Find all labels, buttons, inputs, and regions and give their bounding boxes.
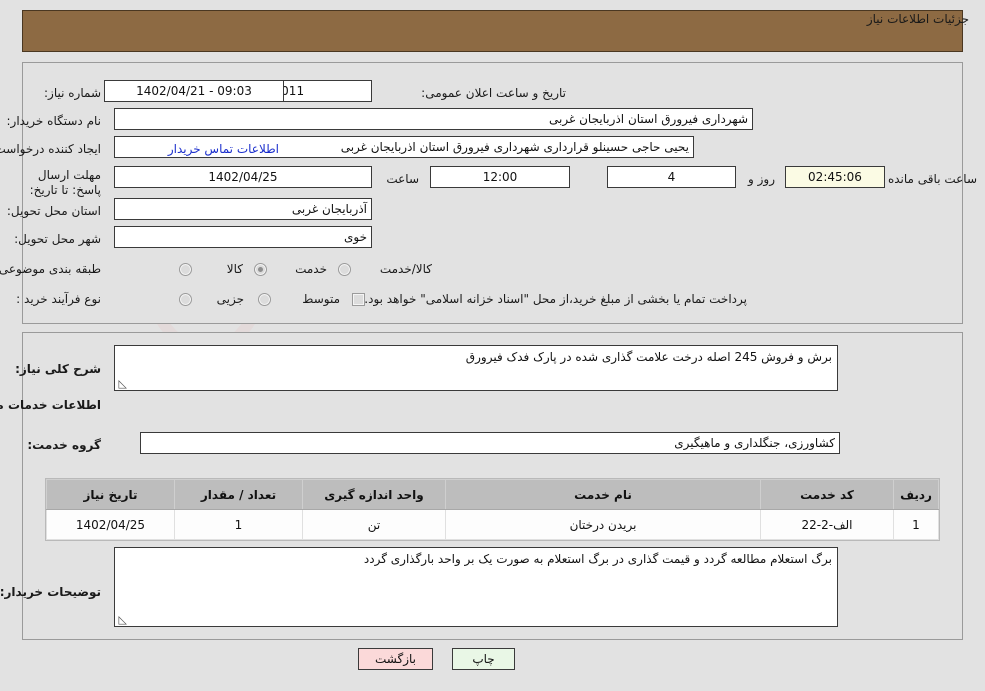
radio-category-khedmat-label: خدمت xyxy=(295,262,327,276)
deadline-label: مهلت ارسال پاسخ: تا تاریخ: xyxy=(29,168,101,197)
province-label: استان محل تحویل: xyxy=(6,204,101,218)
buyer-contact-link[interactable]: اطلاعات تماس خریدار xyxy=(168,142,279,156)
resize-grip-icon-notes[interactable]: ◺ xyxy=(117,614,127,625)
buyer-notes-label: توضیحات خریدار: xyxy=(0,585,101,599)
table-row: 1 الف-2-22 بریدن درختان تن 1 1402/04/25 xyxy=(46,509,939,540)
col-need-date: تاریخ نیاز xyxy=(46,479,175,510)
city-value: خوی xyxy=(114,226,372,248)
province-value: آذربایجان غربی xyxy=(114,198,372,220)
radio-category-kala-khedmat[interactable] xyxy=(338,263,351,276)
radio-category-kala-khedmat-label: کالا/خدمت xyxy=(379,262,432,276)
time-left-suffix: ساعت باقی مانده xyxy=(887,172,977,186)
deadline-time-value: 12:00 xyxy=(430,166,570,188)
cell-service-code: الف-2-22 xyxy=(760,509,894,540)
print-button[interactable]: چاپ xyxy=(452,648,515,670)
radio-purchase-partial[interactable] xyxy=(179,293,192,306)
radio-category-kala-label: کالا xyxy=(226,262,243,276)
general-desc-value: برش و فروش 245 اصله درخت علامت گذاری شده… xyxy=(465,350,832,364)
general-desc-textarea[interactable]: برش و فروش 245 اصله درخت علامت گذاری شده… xyxy=(114,345,838,391)
col-unit: واحد اندازه گیری xyxy=(302,479,446,510)
announce-datetime-label: تاریخ و ساعت اعلان عمومی: xyxy=(421,86,566,100)
days-left-value: 4 xyxy=(607,166,736,188)
radio-purchase-medium[interactable] xyxy=(258,293,271,306)
radio-purchase-medium-label: متوسط xyxy=(302,292,340,306)
col-service-name: نام خدمت xyxy=(445,479,761,510)
page-title: جزئیات اطلاعات نیاز xyxy=(866,12,969,26)
services-table-wrapper: ردیف کد خدمت نام خدمت واحد اندازه گیری ت… xyxy=(45,478,940,541)
purchase-type-label: نوع فرآیند خرید : xyxy=(16,292,101,306)
buyer-org-value: شهرداری فیرورق استان اذربایجان غربی xyxy=(114,108,753,130)
services-table: ردیف کد خدمت نام خدمت واحد اندازه گیری ت… xyxy=(46,479,939,540)
col-row-no: ردیف xyxy=(893,479,939,510)
announce-datetime-value: 1402/04/21 - 09:03 xyxy=(104,80,284,102)
col-service-code: کد خدمت xyxy=(760,479,894,510)
category-label: طبقه بندی موضوعی: xyxy=(0,262,101,276)
radio-category-kala[interactable] xyxy=(179,263,192,276)
page-header-bar xyxy=(22,10,963,52)
city-label: شهر محل تحویل: xyxy=(14,232,101,246)
need-number-label: شماره نیاز: xyxy=(44,86,101,100)
cell-quantity: 1 xyxy=(174,509,303,540)
time-left-countdown: 02:45:06 xyxy=(785,166,885,188)
buyer-notes-textarea[interactable]: برگ استعلام مطالعه گردد و قیمت گذاری در … xyxy=(114,547,838,627)
buyer-notes-value: برگ استعلام مطالعه گردد و قیمت گذاری در … xyxy=(363,552,832,566)
general-desc-label: شرح کلی نیاز: xyxy=(15,362,101,376)
service-group-value: کشاورزی، جنگلداری و ماهیگیری xyxy=(140,432,840,454)
table-header-row: ردیف کد خدمت نام خدمت واحد اندازه گیری ت… xyxy=(46,479,939,510)
cell-need-date: 1402/04/25 xyxy=(46,509,175,540)
resize-grip-icon[interactable]: ◺ xyxy=(117,378,127,389)
cell-service-name: بریدن درختان xyxy=(445,509,761,540)
checkbox-islamic-treasury[interactable] xyxy=(352,293,365,306)
radio-category-khedmat[interactable] xyxy=(254,263,267,276)
days-left-word: روز و xyxy=(748,172,775,186)
col-quantity: تعداد / مقدار xyxy=(174,479,303,510)
radio-purchase-partial-label: جزیی xyxy=(216,292,244,306)
service-group-label: گروه خدمت: xyxy=(27,438,101,452)
islamic-treasury-note: پرداخت تمام یا بخشی از مبلغ خرید،از محل … xyxy=(364,292,747,306)
back-button[interactable]: بازگشت xyxy=(358,648,433,670)
deadline-date-value: 1402/04/25 xyxy=(114,166,372,188)
cell-unit: تن xyxy=(302,509,446,540)
requester-label: ایجاد کننده درخواست: xyxy=(0,142,101,156)
services-section-title: اطلاعات خدمات مورد نیاز xyxy=(0,398,101,412)
buyer-org-label: نام دستگاه خریدار: xyxy=(6,114,102,128)
deadline-time-label: ساعت xyxy=(386,172,419,186)
cell-row-no: 1 xyxy=(893,509,939,540)
